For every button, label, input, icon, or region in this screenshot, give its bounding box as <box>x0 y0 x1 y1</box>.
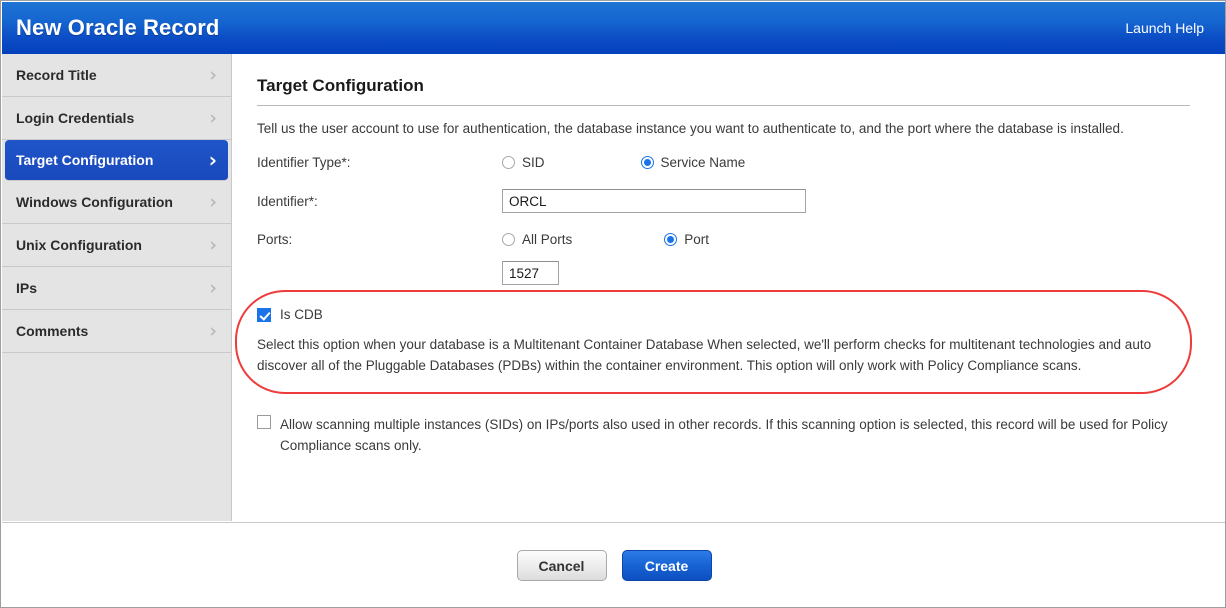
chevron-right-icon: › <box>209 233 217 256</box>
chevron-right-icon: › <box>209 190 217 213</box>
window-titlebar: New Oracle Record Launch Help <box>2 2 1225 54</box>
is-cdb-checkbox-row[interactable]: Is CDB <box>257 307 1190 322</box>
footer-action-bar: Cancel Create <box>2 522 1225 607</box>
ports-radio-group: All Ports Port <box>502 232 709 247</box>
radio-option-service-name[interactable]: Service Name <box>640 155 746 170</box>
radio-sid-icon[interactable] <box>502 156 515 169</box>
chevron-right-icon: › <box>209 319 217 342</box>
sidebar-item-label: Target Configuration <box>16 152 154 168</box>
sidebar-item-unix-configuration[interactable]: Unix Configuration › <box>2 224 231 267</box>
cancel-button[interactable]: Cancel <box>516 550 607 581</box>
radio-port-icon[interactable] <box>664 233 678 246</box>
is-cdb-checkbox[interactable] <box>257 307 271 322</box>
identifier-label: Identifier*: <box>257 193 318 209</box>
main-content: Target Configuration Tell us the user ac… <box>232 54 1225 521</box>
window-title: New Oracle Record <box>16 15 220 40</box>
chevron-right-icon: › <box>209 63 217 86</box>
radio-option-label: Service Name <box>660 155 746 170</box>
radio-option-label: Port <box>684 232 710 247</box>
sidebar-item-label: Unix Configuration <box>16 237 142 253</box>
launch-help-link[interactable]: Launch Help <box>1125 20 1204 36</box>
chevron-right-icon: › <box>209 106 217 129</box>
identifier-type-row: Identifier Type*: SID Service Name <box>257 155 1190 170</box>
page-title: Target Configuration <box>257 76 1190 106</box>
is-cdb-block: Is CDB Select this option when your data… <box>235 290 1192 394</box>
page-description: Tell us the user account to use for auth… <box>257 121 1124 136</box>
radio-option-label: All Ports <box>522 232 573 247</box>
ports-row: Ports: All Ports Port <box>257 232 1190 247</box>
create-button[interactable]: Create <box>621 550 712 581</box>
allow-multiple-instances-checkbox[interactable] <box>257 414 271 429</box>
is-cdb-description: Select this option when your database is… <box>257 337 1152 373</box>
sidebar-item-label: Windows Configuration <box>16 194 173 210</box>
allow-multiple-instances-description: Allow scanning multiple instances (SIDs)… <box>280 416 1168 453</box>
ports-label: Ports: <box>257 232 293 247</box>
sidebar-item-label: Comments <box>16 323 89 339</box>
is-cdb-label: Is CDB <box>280 307 323 322</box>
radio-option-port[interactable]: Port <box>664 232 709 247</box>
sidebar-item-comments[interactable]: Comments › <box>2 310 231 353</box>
radio-all-ports-icon[interactable] <box>502 233 515 246</box>
sidebar-item-label: Record Title <box>16 67 97 83</box>
port-input[interactable] <box>502 261 559 285</box>
sidebar-item-windows-configuration[interactable]: Windows Configuration › <box>2 181 231 224</box>
radio-service-name-icon[interactable] <box>640 156 654 169</box>
identifier-row: Identifier*: <box>257 189 1190 213</box>
sidebar-item-login-credentials[interactable]: Login Credentials › <box>2 97 231 140</box>
sidebar-item-label: Login Credentials <box>16 110 135 126</box>
sidebar-item-target-configuration[interactable]: Target Configuration › <box>5 140 228 181</box>
radio-option-all-ports[interactable]: All Ports <box>502 232 572 247</box>
chevron-right-icon: › <box>208 148 217 172</box>
port-number-row <box>257 261 1190 285</box>
allow-multiple-instances-block: Allow scanning multiple instances (SIDs)… <box>257 414 1190 457</box>
identifier-input[interactable] <box>502 189 806 213</box>
radio-option-sid[interactable]: SID <box>502 155 545 170</box>
identifier-type-radio-group: SID Service Name <box>502 155 745 170</box>
chevron-right-icon: › <box>209 276 217 299</box>
sidebar-item-label: IPs <box>16 280 38 296</box>
identifier-type-label: Identifier Type*: <box>257 155 351 170</box>
wizard-sidebar: Record Title › Login Credentials › Targe… <box>2 54 232 521</box>
radio-option-label: SID <box>522 155 545 170</box>
sidebar-item-ips[interactable]: IPs › <box>2 267 231 310</box>
sidebar-item-record-title[interactable]: Record Title › <box>2 54 231 97</box>
new-oracle-record-window: New Oracle Record Launch Help Record Tit… <box>0 0 1226 608</box>
